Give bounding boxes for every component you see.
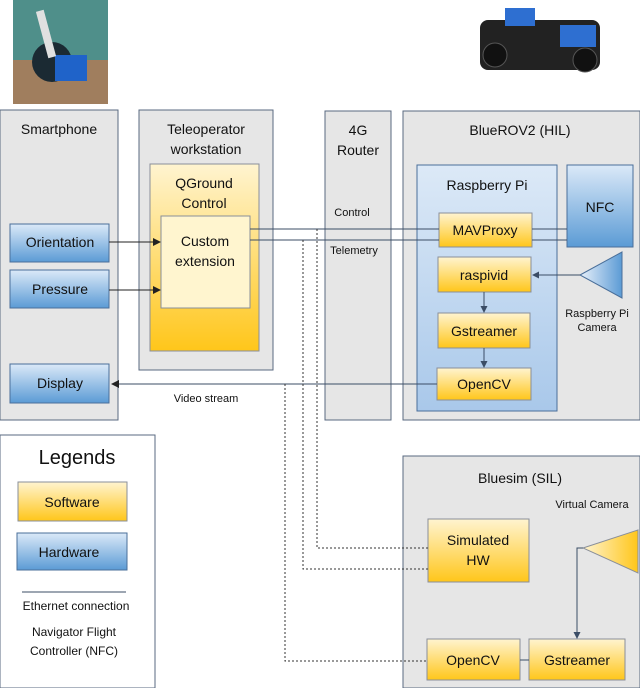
legend-hardware-label: Hardware (39, 544, 100, 560)
opencv-label: OpenCV (457, 376, 511, 392)
pressure-label: Pressure (32, 281, 88, 297)
teleop-title-2: workstation (170, 141, 242, 157)
bluesim-title: Bluesim (SIL) (478, 470, 562, 486)
sim-hw-label: Simulated (447, 532, 509, 548)
telemetry-label: Telemetry (330, 245, 378, 257)
system-architecture-diagram: Smartphone Teleoperator workstation 4G R… (0, 0, 640, 688)
custom-label: Custom (181, 233, 229, 249)
legend-title: Legends (39, 447, 116, 469)
rpi-camera-label-2: Camera (577, 322, 617, 334)
smartphone-title: Smartphone (21, 121, 97, 137)
diver-photo (13, 0, 108, 104)
display-label: Display (37, 375, 83, 391)
sim-opencv-label: OpenCV (446, 652, 500, 668)
orientation-label: Orientation (26, 234, 94, 250)
sim-hw-label-2: HW (466, 552, 490, 568)
nfc-label: NFC (586, 199, 615, 215)
legend-software-label: Software (44, 494, 99, 510)
teleop-title: Teleoperator (167, 121, 245, 137)
gstreamer-label: Gstreamer (451, 323, 517, 339)
router-title-2: Router (337, 142, 379, 158)
qgc-label-2: Control (181, 195, 226, 211)
legend-nfc-label-2: Controller (NFC) (30, 644, 118, 658)
legend-nfc-label: Navigator Flight (32, 625, 117, 639)
raspberry-pi-title: Raspberry Pi (447, 177, 528, 193)
virtual-camera-label: Virtual Camera (555, 499, 629, 511)
mavproxy-label: MAVProxy (452, 222, 517, 238)
legend-ethernet-label: Ethernet connection (23, 599, 130, 613)
control-label: Control (334, 207, 369, 219)
sim-gstreamer-label: Gstreamer (544, 652, 610, 668)
custom-label-2: extension (175, 253, 235, 269)
router-title: 4G (349, 122, 368, 138)
raspivid-label: raspivid (460, 267, 508, 283)
qgc-label: QGround (175, 175, 233, 191)
simulated-hw-node (427, 518, 530, 583)
bluerov2-photo (480, 8, 600, 73)
video-stream-label: Video stream (174, 393, 239, 405)
bluerov2-title: BlueROV2 (HIL) (469, 122, 570, 138)
rpi-camera-label: Raspberry Pi (565, 308, 629, 320)
